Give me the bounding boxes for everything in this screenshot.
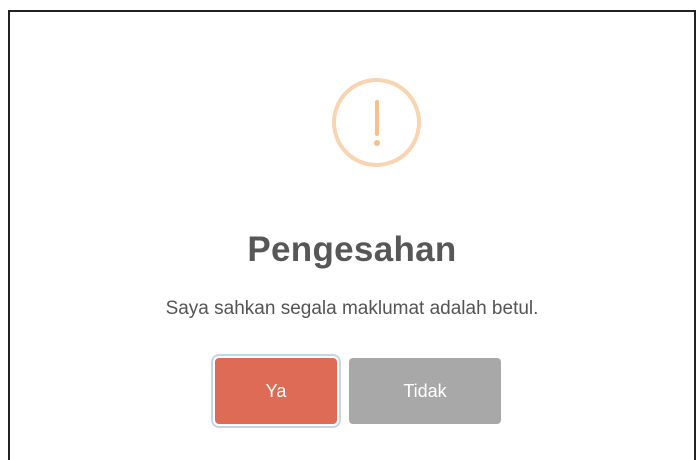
confirmation-dialog: Pengesahan Saya sahkan segala maklumat a… <box>8 10 696 460</box>
exclamation-bar <box>374 100 379 136</box>
exclamation-dot <box>373 140 380 146</box>
warning-exclamation-icon <box>332 78 421 167</box>
dialog-message: Saya sahkan segala maklumat adalah betul… <box>165 298 539 319</box>
dialog-title: Pengesahan <box>247 230 457 269</box>
dialog-actions: Ya Tidak <box>215 358 501 424</box>
cancel-button[interactable]: Tidak <box>349 358 501 424</box>
confirm-button[interactable]: Ya <box>215 358 337 424</box>
